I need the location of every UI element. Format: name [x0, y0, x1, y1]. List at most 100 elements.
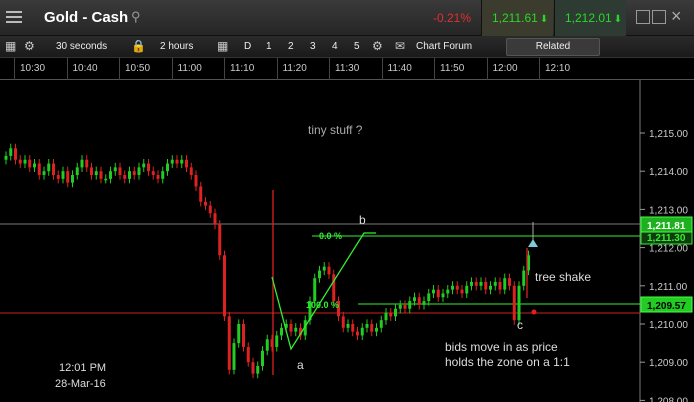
candle-body	[128, 171, 131, 179]
candle-body	[394, 308, 397, 317]
candle-body	[313, 278, 317, 302]
candle-body	[356, 331, 359, 336]
candle-body	[223, 255, 226, 317]
candle-body	[261, 350, 264, 367]
candle-body	[451, 285, 454, 290]
candle-body	[322, 266, 326, 271]
abc-trend-line	[271, 232, 376, 351]
candle-body	[503, 278, 507, 290]
candle-body	[194, 175, 198, 187]
candle-body	[80, 159, 84, 168]
annotation-tiny-stuff: tiny stuff ?	[308, 123, 363, 137]
crosshair-date: 28-Mar-16	[55, 378, 106, 390]
candle-body	[398, 304, 402, 309]
candle-body	[294, 327, 298, 332]
candle-body	[470, 281, 473, 286]
candle-body	[170, 159, 174, 164]
candle-body	[137, 167, 141, 176]
candle-body	[113, 167, 117, 172]
candle-body	[208, 205, 212, 214]
candle-body	[474, 281, 478, 286]
candle-body	[94, 171, 98, 176]
price-tick-label: 1,213.00	[649, 205, 688, 216]
candle-body	[227, 316, 231, 370]
candle-body	[123, 175, 127, 179]
candle-body	[156, 175, 160, 179]
candle-body	[327, 266, 331, 275]
price-chart[interactable]: 1,215.00 1,214.00 1,213.00 1,212.00 1,211.00…	[0, 0, 694, 402]
candle-body	[375, 327, 378, 332]
candle-body	[379, 320, 383, 328]
candle-body	[213, 213, 217, 225]
candle-body	[351, 324, 355, 332]
candle-body	[166, 163, 169, 172]
label-c: c	[517, 318, 523, 332]
candle-body	[432, 289, 435, 294]
candle-body	[455, 285, 459, 290]
candle-body	[47, 163, 51, 172]
candle-body	[90, 167, 93, 176]
candle-body	[232, 343, 236, 370]
candle-body	[180, 159, 184, 164]
candle-body	[151, 171, 155, 176]
candle-body	[237, 324, 241, 344]
candle-body	[384, 312, 388, 321]
candle-body	[104, 178, 108, 181]
candle-body	[161, 171, 165, 179]
candle-body	[493, 281, 497, 286]
price-tick-label: 1,209.00	[649, 358, 688, 369]
candle-body	[427, 293, 431, 302]
candle-body	[289, 324, 293, 332]
candle-body	[489, 285, 492, 290]
candle-body	[413, 297, 416, 302]
candle-body	[465, 285, 469, 294]
candle-body	[256, 366, 260, 374]
candle-body	[403, 304, 407, 309]
candle-body	[389, 312, 393, 317]
candle-body	[275, 335, 279, 347]
price-tick-label: 1,215.00	[649, 129, 688, 140]
candle-body	[28, 159, 32, 168]
candle-body	[118, 167, 122, 176]
candle-body	[517, 285, 521, 321]
candle-body	[52, 163, 55, 176]
candle-body	[422, 301, 426, 305]
candle-body	[370, 324, 374, 332]
candle-body	[185, 159, 188, 168]
candle-body	[265, 339, 269, 351]
annotation-bids-line-2: holds the zone on a 1:1	[445, 355, 570, 369]
candle-body	[484, 281, 488, 290]
candle-body	[318, 270, 321, 279]
label-b: b	[359, 213, 366, 227]
candle-body	[346, 324, 350, 328]
price-tick-label: 1,211.00	[649, 282, 688, 293]
candle-body	[75, 167, 79, 176]
candle-body	[71, 175, 74, 183]
candle-body	[446, 289, 450, 294]
candle-body	[280, 327, 283, 336]
candle-body	[360, 327, 364, 336]
candle-body	[23, 159, 27, 164]
red-dot-marker	[531, 309, 537, 315]
candle-body	[109, 171, 112, 179]
fib-100-label: 100.0 %	[306, 300, 340, 310]
crosshair-time: 12:01 PM	[59, 362, 107, 374]
candle-body	[61, 171, 65, 179]
candle-body	[512, 285, 516, 321]
annotation-bids-line-1: bids move in as price	[445, 340, 558, 354]
candle-body	[147, 163, 150, 172]
candle-body	[56, 175, 60, 179]
candle-body	[204, 201, 207, 206]
candle-body	[189, 167, 193, 176]
candle-body	[522, 270, 526, 286]
price-tick-label: 1,210.00	[649, 320, 688, 331]
candle-body	[42, 171, 46, 176]
label-a: a	[297, 358, 304, 372]
candle-body	[508, 278, 511, 286]
candle-body	[199, 186, 203, 202]
candle-body	[408, 301, 412, 309]
candle-body	[365, 324, 369, 328]
candle-body	[14, 148, 17, 160]
candle-body	[498, 281, 502, 290]
candle-body	[417, 297, 421, 305]
